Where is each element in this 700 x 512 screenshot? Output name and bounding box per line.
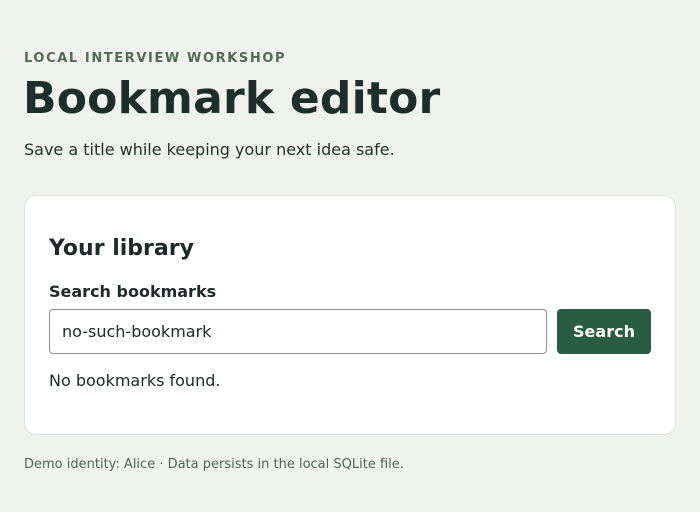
- search-button[interactable]: Search: [557, 309, 651, 354]
- empty-results-message: No bookmarks found.: [49, 371, 221, 390]
- page-title: Bookmark editor: [23, 73, 441, 124]
- search-label: Search bookmarks: [49, 282, 217, 301]
- search-input[interactable]: [49, 309, 547, 354]
- library-card: Your library Search bookmarks Search No …: [24, 195, 676, 435]
- library-heading: Your library: [49, 236, 194, 261]
- page-subtitle: Save a title while keeping your next ide…: [24, 140, 395, 159]
- footer-note: Demo identity: Alice · Data persists in …: [24, 457, 404, 472]
- page: LOCAL INTERVIEW WORKSHOP Bookmark editor…: [0, 0, 700, 512]
- eyebrow-label: LOCAL INTERVIEW WORKSHOP: [24, 51, 287, 66]
